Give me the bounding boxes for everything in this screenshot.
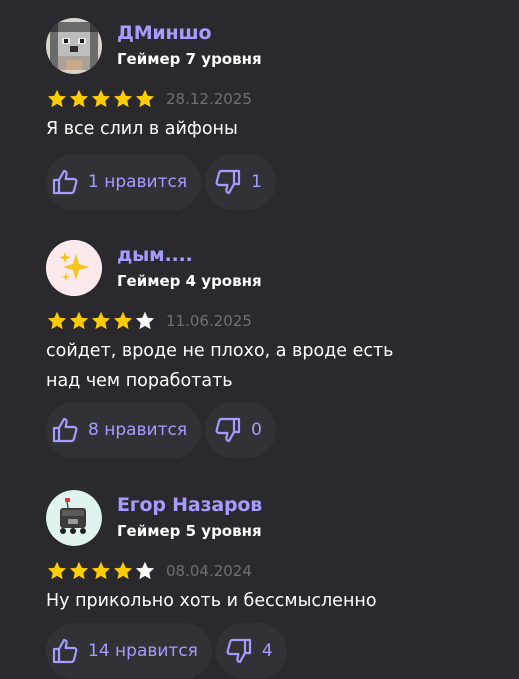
pixel-husky-avatar-icon [46,18,102,74]
author-rank: Геймер 7 уровня [117,50,262,68]
star-filled-icon [47,311,67,330]
star-rating [46,560,156,582]
author-rank: Геймер 4 уровня [117,272,262,290]
rating-row: 28.12.2025 [46,88,252,110]
star-rating [46,310,156,332]
star-filled-icon [69,311,89,330]
avatar[interactable] [46,18,102,74]
review-actions: 14 нравится 4 [46,623,287,679]
thumbs-down-icon [215,169,241,195]
like-count: 1 нравится [88,172,188,192]
star-filled-icon [69,561,89,580]
dislike-count: 1 [251,172,262,192]
star-filled-icon [91,311,111,330]
dislike-button[interactable]: 1 [205,154,276,210]
like-button[interactable]: 8 нравится [46,402,202,458]
thumbs-down-icon [215,417,241,443]
author-name[interactable]: ДМиншо [117,22,212,44]
thumbs-down-icon [226,638,252,664]
star-empty-icon [135,311,155,330]
star-filled-icon [113,311,133,330]
sparkles-avatar-icon [46,240,102,296]
review-actions: 1 нравится 1 [46,154,276,210]
star-filled-icon [113,89,133,108]
star-rating [46,88,156,110]
delivery-robot-avatar-icon [46,490,102,546]
author-name[interactable]: Егор Назаров [117,494,262,516]
dislike-button[interactable]: 0 [205,402,276,458]
thumbs-up-icon [52,169,78,195]
like-count: 14 нравится [88,641,198,661]
dislike-count: 4 [261,641,273,661]
like-button[interactable]: 14 нравится [46,623,212,679]
review-text: Ну прикольно хоть и бессмысленно [46,591,377,611]
thumbs-up-icon [52,638,78,664]
dislike-button[interactable]: 4 [215,623,287,679]
review-actions: 8 нравится 0 [46,402,276,458]
author-rank: Геймер 5 уровня [117,522,262,540]
star-filled-icon [47,561,67,580]
like-button[interactable]: 1 нравится [46,154,202,210]
like-count: 8 нравится [88,420,188,440]
review-text: Я все слил в айфоны [46,119,238,139]
avatar[interactable] [46,490,102,546]
star-filled-icon [69,89,89,108]
star-filled-icon [135,89,155,108]
star-filled-icon [91,561,111,580]
star-filled-icon [47,89,67,108]
avatar[interactable] [46,240,102,296]
review-text: сойдет, вроде не плохо, а вроде есть над… [46,341,394,391]
review-date: 08.04.2024 [166,562,252,580]
thumbs-up-icon [52,417,78,443]
review-date: 11.06.2025 [166,312,252,330]
author-name[interactable]: дым.... [117,244,193,266]
dislike-count: 0 [251,420,262,440]
review-date: 28.12.2025 [166,90,252,108]
star-filled-icon [113,561,133,580]
star-empty-icon [135,561,155,580]
rating-row: 08.04.2024 [46,560,252,582]
rating-row: 11.06.2025 [46,310,252,332]
star-filled-icon [91,89,111,108]
